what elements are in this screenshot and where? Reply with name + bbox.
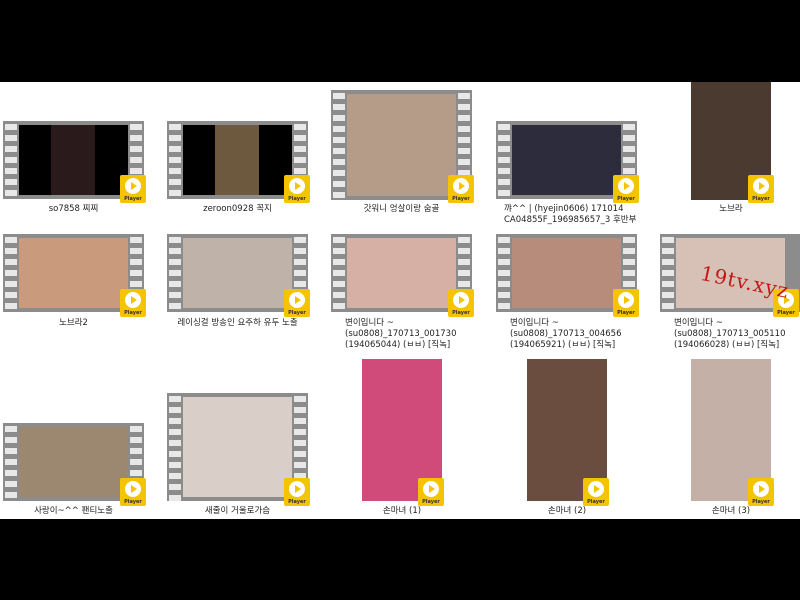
file-name-label: 손마녀 (3) (711, 506, 751, 516)
file-name-label: 새줄이 거울로가슴 (204, 506, 271, 516)
player-badge-icon: Player (583, 478, 609, 506)
video-frame (512, 125, 621, 195)
file-name-label: 꺄^^ | (hyejin0606) 171014 CA04855F_19698… (504, 204, 637, 225)
file-explorer-content: Player so7858 찌찌 Player zeroon0928 꼭지 Pl… (0, 82, 800, 519)
video-frame (19, 125, 128, 195)
player-badge-icon: Player (284, 478, 310, 506)
video-frame (512, 238, 621, 308)
file-name-label: 갓워니 엉살이랑 숨골 (363, 204, 440, 214)
file-name-label: 노브라2 (59, 318, 88, 328)
file-name-label: 레이싱걸 방송인 요주하 유두 노출 (177, 318, 298, 328)
player-badge-icon: Player (613, 289, 639, 317)
file-name-label: 변이입니다 ~(su0808)_170713_005110 (194066028… (674, 318, 786, 350)
player-badge-icon: Player (448, 175, 474, 203)
file-name-label: 손마녀 (1) (382, 506, 422, 516)
file-name-label: 손마녀 (2) (547, 506, 587, 516)
file-name-label: 사랑이~^^ 팬티노출 (34, 506, 113, 516)
video-frame (183, 125, 292, 195)
player-badge-icon: Player (448, 289, 474, 317)
player-badge-icon: Player (418, 478, 444, 506)
player-badge-icon: Player (120, 478, 146, 506)
player-badge-icon: Player (284, 175, 310, 203)
player-badge-icon: Player (120, 289, 146, 317)
player-badge-icon: Player (120, 175, 146, 203)
player-badge-icon: Player (748, 478, 774, 506)
file-name-label: zeroon0928 꼭지 (203, 204, 272, 214)
player-badge-icon: Player (284, 289, 310, 317)
file-name-label: 노브라 (719, 204, 743, 214)
file-name-label: 변이입니다 ~(su0808)_170713_004656 (194065921… (510, 318, 622, 350)
video-frame (347, 94, 456, 196)
video-frame (347, 238, 456, 308)
file-name-label: so7858 찌찌 (48, 204, 99, 214)
player-badge-icon: Player (613, 175, 639, 203)
player-badge-icon: Player (748, 175, 774, 203)
video-frame (19, 427, 128, 497)
video-frame (19, 238, 128, 308)
video-frame (183, 238, 292, 308)
file-name-label: 변이입니다 ~(su0808)_170713_001730 (194065044… (345, 318, 457, 350)
video-frame (183, 397, 292, 497)
